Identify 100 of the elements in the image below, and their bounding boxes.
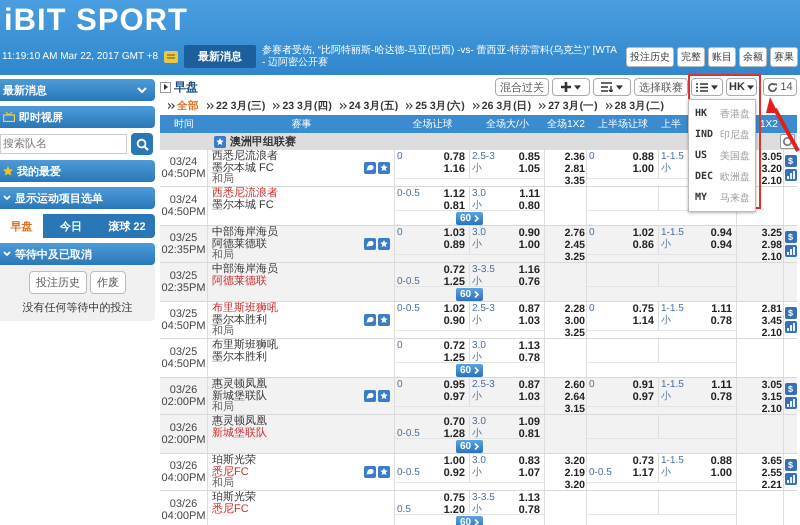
odds-value[interactable]: 2.45 bbox=[564, 239, 585, 251]
odds-value[interactable]: 0.78 bbox=[444, 151, 465, 163]
odds-value[interactable]: 1.20 bbox=[444, 504, 465, 516]
odds-value[interactable]: 0.78 bbox=[518, 352, 540, 364]
odds-value[interactable]: 1.11 bbox=[710, 303, 732, 315]
odds-value[interactable]: 3.20 bbox=[564, 455, 585, 467]
odds-value[interactable]: 1.16 bbox=[444, 163, 465, 175]
odds-value[interactable]: 2.81 bbox=[762, 303, 782, 315]
date-filter[interactable]: 24 3月(五) bbox=[348, 99, 398, 113]
odds-value[interactable]: 2.36 bbox=[564, 151, 585, 163]
odds-value[interactable]: 3.25 bbox=[564, 327, 585, 339]
date-filter[interactable]: 28 3月(二) bbox=[614, 99, 664, 113]
odds-value[interactable]: 0.78 bbox=[518, 504, 540, 516]
chart-icon[interactable] bbox=[784, 169, 796, 181]
odds-value[interactable]: 3.45 bbox=[762, 315, 782, 327]
odds-value[interactable]: 1.13 bbox=[518, 340, 540, 352]
info-icon[interactable] bbox=[364, 390, 376, 402]
odds-value[interactable]: 1.25 bbox=[444, 352, 465, 364]
odds-value[interactable]: 3.65 bbox=[762, 455, 782, 467]
search-button[interactable] bbox=[131, 133, 153, 155]
odds-value[interactable]: 0.94 bbox=[710, 227, 732, 239]
date-filter[interactable]: 22 3月(三) bbox=[216, 99, 266, 113]
toolbar-button[interactable]: 选择联赛 bbox=[634, 78, 688, 96]
odds-value[interactable]: 2.76 bbox=[564, 227, 585, 239]
odds-value[interactable]: 1.03 bbox=[444, 227, 465, 239]
header-button[interactable]: 投注历史 bbox=[626, 46, 674, 66]
odds-value[interactable]: 1.00 bbox=[632, 163, 654, 175]
star-icon[interactable] bbox=[378, 238, 390, 250]
bet-button[interactable]: $ bbox=[784, 383, 796, 395]
odds-value[interactable]: 0.78 bbox=[710, 391, 732, 403]
odds-value[interactable]: 0.86 bbox=[632, 239, 654, 251]
header-button[interactable]: 余额 bbox=[739, 46, 767, 66]
favorites-bar[interactable]: 我的最爱 bbox=[0, 160, 155, 182]
odds-value[interactable]: 2.19 bbox=[564, 467, 585, 479]
odds-value[interactable]: 0.85 bbox=[518, 151, 540, 163]
menu-item-code[interactable]: HK bbox=[695, 108, 715, 119]
odds-value[interactable]: 1.13 bbox=[518, 492, 540, 504]
header-button[interactable]: 完整 bbox=[677, 46, 705, 66]
odds-value[interactable]: 2.21 bbox=[762, 479, 782, 491]
star-icon[interactable] bbox=[378, 314, 390, 326]
view-dropdown-button[interactable] bbox=[691, 78, 723, 96]
odds-value[interactable]: 3.20 bbox=[564, 479, 585, 491]
odds-value[interactable]: 0.91 bbox=[632, 379, 654, 391]
odds-value[interactable]: 2.81 bbox=[564, 163, 585, 175]
chart-icon[interactable] bbox=[784, 245, 796, 257]
info-icon[interactable] bbox=[364, 238, 376, 250]
star-icon[interactable] bbox=[378, 466, 390, 478]
odds-value[interactable]: 3.05 bbox=[762, 379, 782, 391]
star-icon[interactable] bbox=[378, 162, 390, 174]
odds-value[interactable]: 1.17 bbox=[632, 467, 654, 479]
odds-value[interactable]: 2.10 bbox=[762, 327, 782, 339]
odds-value[interactable]: 0.94 bbox=[710, 239, 732, 251]
live-bar[interactable]: 即时视屏 bbox=[0, 106, 155, 128]
menu-item-code[interactable]: US bbox=[695, 150, 715, 161]
odds-value[interactable]: 0.78 bbox=[710, 315, 732, 327]
chart-icon[interactable] bbox=[784, 397, 796, 409]
odds-value[interactable]: 3.05 bbox=[762, 151, 782, 163]
odds-value[interactable]: 0.81 bbox=[444, 200, 465, 212]
pending-button[interactable]: 作废 bbox=[90, 271, 126, 294]
odds-value[interactable]: 0.83 bbox=[518, 455, 540, 467]
info-icon[interactable] bbox=[364, 466, 376, 478]
odds-value[interactable]: 2.10 bbox=[762, 403, 782, 415]
odds-value[interactable]: 0.88 bbox=[632, 151, 654, 163]
odds-value[interactable]: 0.81 bbox=[518, 428, 540, 440]
odds-value[interactable]: 0.92 bbox=[444, 467, 465, 479]
odds-value[interactable]: 1.03 bbox=[518, 391, 540, 403]
header-button[interactable]: 账目 bbox=[708, 46, 736, 66]
odds-value[interactable]: 0.90 bbox=[518, 227, 540, 239]
odds-value[interactable]: 1.11 bbox=[710, 379, 732, 391]
market-tab[interactable]: 滚球 22 bbox=[98, 214, 156, 238]
bet-button[interactable]: $ bbox=[784, 155, 796, 167]
refresh-button[interactable]: 14 bbox=[763, 78, 797, 96]
odds-value[interactable]: 3.35 bbox=[564, 175, 585, 187]
pending-bar[interactable]: 等待中及已取消 bbox=[0, 243, 155, 265]
odds-value[interactable]: 1.02 bbox=[632, 227, 654, 239]
odds-value[interactable]: 1.03 bbox=[518, 315, 540, 327]
star-icon[interactable] bbox=[214, 136, 226, 148]
odds-value[interactable]: 0.90 bbox=[444, 315, 465, 327]
bet-button[interactable]: $ bbox=[784, 459, 796, 471]
bet-button[interactable]: $ bbox=[784, 307, 796, 319]
date-filter[interactable]: 26 3月(日) bbox=[482, 99, 532, 113]
toolbar-button[interactable]: 混合过关 bbox=[495, 78, 549, 96]
add-dropdown-button[interactable] bbox=[552, 78, 590, 96]
odds-value[interactable]: 0.72 bbox=[444, 340, 465, 352]
market-tab[interactable]: 今日 bbox=[42, 214, 99, 238]
date-filter[interactable]: 27 3月(一) bbox=[548, 99, 598, 113]
odds-value[interactable]: 1.02 bbox=[444, 303, 465, 315]
odds-value[interactable]: 1.28 bbox=[444, 428, 465, 440]
odds-value[interactable]: 1.12 bbox=[444, 188, 465, 200]
news-tab[interactable]: 最新消息 bbox=[184, 45, 256, 68]
pending-button[interactable]: 投注历史 bbox=[29, 271, 87, 294]
odds-value[interactable]: 3.25 bbox=[762, 227, 782, 239]
star-icon[interactable] bbox=[378, 390, 390, 402]
odds-value[interactable]: 2.28 bbox=[564, 303, 585, 315]
odds-value[interactable]: 0.75 bbox=[444, 492, 465, 504]
odds-value[interactable]: 2.98 bbox=[762, 239, 782, 251]
expand-icon[interactable] bbox=[160, 82, 171, 92]
odds-value[interactable]: 1.00 bbox=[518, 239, 540, 251]
sports-menu-bar[interactable]: 显示运动项目选单 bbox=[0, 187, 155, 209]
odds-value[interactable]: 1.00 bbox=[444, 455, 465, 467]
